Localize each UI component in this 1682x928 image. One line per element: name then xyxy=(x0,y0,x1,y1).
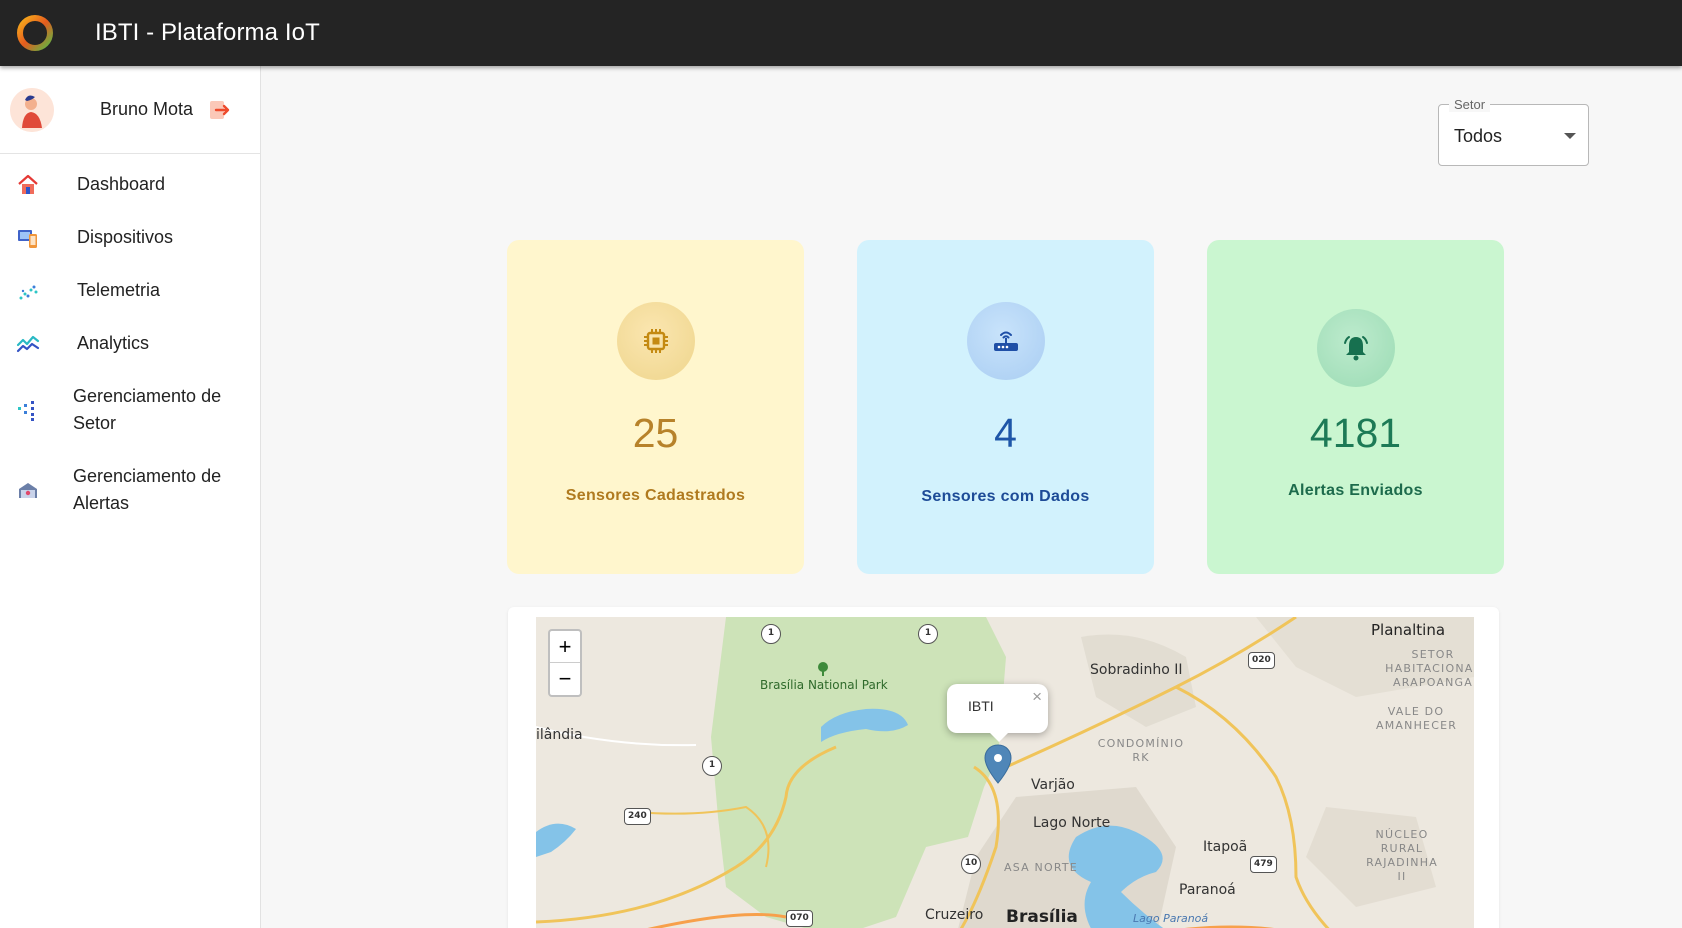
sidebar-item-label: Dispositivos xyxy=(77,227,174,247)
map-label-lago-paranoa: Lago Paranoá xyxy=(1133,912,1209,925)
close-icon[interactable]: × xyxy=(1032,687,1042,707)
telemetry-icon xyxy=(19,285,38,299)
road-shield: 020 xyxy=(1248,652,1275,669)
chevron-down-icon xyxy=(1564,133,1576,139)
app-title: IBTI - Plataforma IoT xyxy=(95,19,320,46)
stat-label: Sensores Cadastrados xyxy=(565,487,746,504)
sidebar-item-dashboard[interactable]: Dashboard xyxy=(0,158,260,211)
stat-card-sensores-com-dados: 4 Sensores com Dados xyxy=(857,240,1154,574)
map-label-nucleo: NÚCLEO RURAL RAJADINHA II xyxy=(1366,828,1438,883)
zoom-control: + − xyxy=(548,629,582,697)
stat-card-alertas-enviados: 4181 Alertas Enviados xyxy=(1207,240,1504,574)
user-name: Bruno Mota xyxy=(100,99,194,119)
map-label-setor-habitacional: SETOR HABITACIONAL ARAPOANGA xyxy=(1385,648,1474,689)
sidebar-item-label: Telemetria xyxy=(77,280,161,300)
stat-card-sensores-cadastrados: 25 Sensores Cadastrados xyxy=(507,240,804,574)
road-shield: 070 xyxy=(786,910,813,927)
map-label-planaltina: Planaltina xyxy=(1371,621,1446,639)
zoom-in-button[interactable]: + xyxy=(550,631,580,663)
road-shield: 479 xyxy=(1250,856,1277,873)
map-view[interactable]: Planaltina Sobradinho II Brasília Nation… xyxy=(536,617,1474,928)
sector-icon xyxy=(18,401,34,421)
setor-value: Todos xyxy=(1454,126,1503,146)
sidebar-item-telemetria[interactable]: Telemetria xyxy=(0,264,260,317)
sidebar-item-analytics[interactable]: Analytics xyxy=(0,317,260,370)
analytics-icon xyxy=(16,335,40,352)
map-label-cruzeiro: Cruzeiro xyxy=(925,907,984,923)
map-label-varjao: Varjão xyxy=(1031,777,1075,793)
road-shield: 1 xyxy=(702,756,722,776)
popup-text: IBTI xyxy=(968,698,994,714)
map-label-itapoa: Itapoã xyxy=(1203,839,1248,855)
logout-icon[interactable] xyxy=(209,99,231,121)
user-panel: Bruno Mota xyxy=(0,66,260,154)
road-shield: 10 xyxy=(961,854,981,874)
sidebar-item-gerenciamento-alertas[interactable]: Gerenciamento de Alertas xyxy=(0,450,260,530)
stat-value: 4 xyxy=(994,410,1017,456)
map-pin-icon[interactable] xyxy=(984,744,1012,784)
map-label-vale: VALE DO AMANHECER xyxy=(1376,705,1458,732)
devices-icon xyxy=(18,229,37,248)
map-label-lago-norte: Lago Norte xyxy=(1033,815,1111,831)
road-shield: 1 xyxy=(761,624,781,644)
road-shield: 1 xyxy=(918,624,938,644)
app-bar: IBTI - Plataforma IoT xyxy=(0,0,1682,66)
router-icon-badge xyxy=(967,302,1045,380)
map-label-asa-norte: ASA NORTE xyxy=(1004,861,1078,874)
chip-icon-badge xyxy=(617,302,695,380)
stat-label: Sensores com Dados xyxy=(921,488,1090,505)
alert-management-icon xyxy=(19,483,37,498)
map-label-ceilandia: ilândia xyxy=(536,727,583,743)
ring-logo-icon[interactable] xyxy=(15,13,55,53)
map-label-condominio: CONDOMÍNIO RK xyxy=(1097,737,1185,764)
chip-icon xyxy=(644,329,668,353)
user-avatar-icon[interactable] xyxy=(10,87,54,132)
map-label-sobradinho: Sobradinho II xyxy=(1090,662,1183,678)
road-shield: 240 xyxy=(624,808,651,825)
stat-value: 4181 xyxy=(1309,410,1402,456)
map-label-brasilia: Brasília xyxy=(1006,907,1078,927)
stat-value: 25 xyxy=(632,410,679,456)
sidebar-item-gerenciamento-setor[interactable]: Gerenciamento de Setor xyxy=(0,370,260,450)
bell-icon-badge xyxy=(1317,309,1395,387)
map-label-paranoa: Paranoá xyxy=(1179,882,1236,898)
sidebar: Bruno Mota Dashboard Dispositivos Teleme… xyxy=(0,66,261,928)
home-icon xyxy=(18,174,38,194)
setor-select[interactable]: Setor Todos xyxy=(1438,97,1589,166)
zoom-out-button[interactable]: − xyxy=(550,663,580,695)
stat-label: Alertas Enviados xyxy=(1288,482,1423,499)
sidebar-item-label: Analytics xyxy=(77,333,150,353)
sidebar-item-label: Gerenciamento de Setor xyxy=(73,386,222,433)
bell-icon xyxy=(1344,336,1368,361)
map-card: Planaltina Sobradinho II Brasília Nation… xyxy=(508,607,1499,928)
sidebar-nav: Dashboard Dispositivos Telemetria Analyt… xyxy=(0,158,260,530)
router-icon xyxy=(994,331,1018,351)
sidebar-item-dispositivos[interactable]: Dispositivos xyxy=(0,211,260,264)
sidebar-item-label: Gerenciamento de Alertas xyxy=(73,466,222,513)
setor-label: Setor xyxy=(1449,97,1491,112)
map-popup: IBTI × xyxy=(947,684,1048,742)
map-label-park: Brasília National Park xyxy=(760,678,888,692)
sidebar-item-label: Dashboard xyxy=(77,174,166,194)
popup-tip xyxy=(989,732,1009,742)
